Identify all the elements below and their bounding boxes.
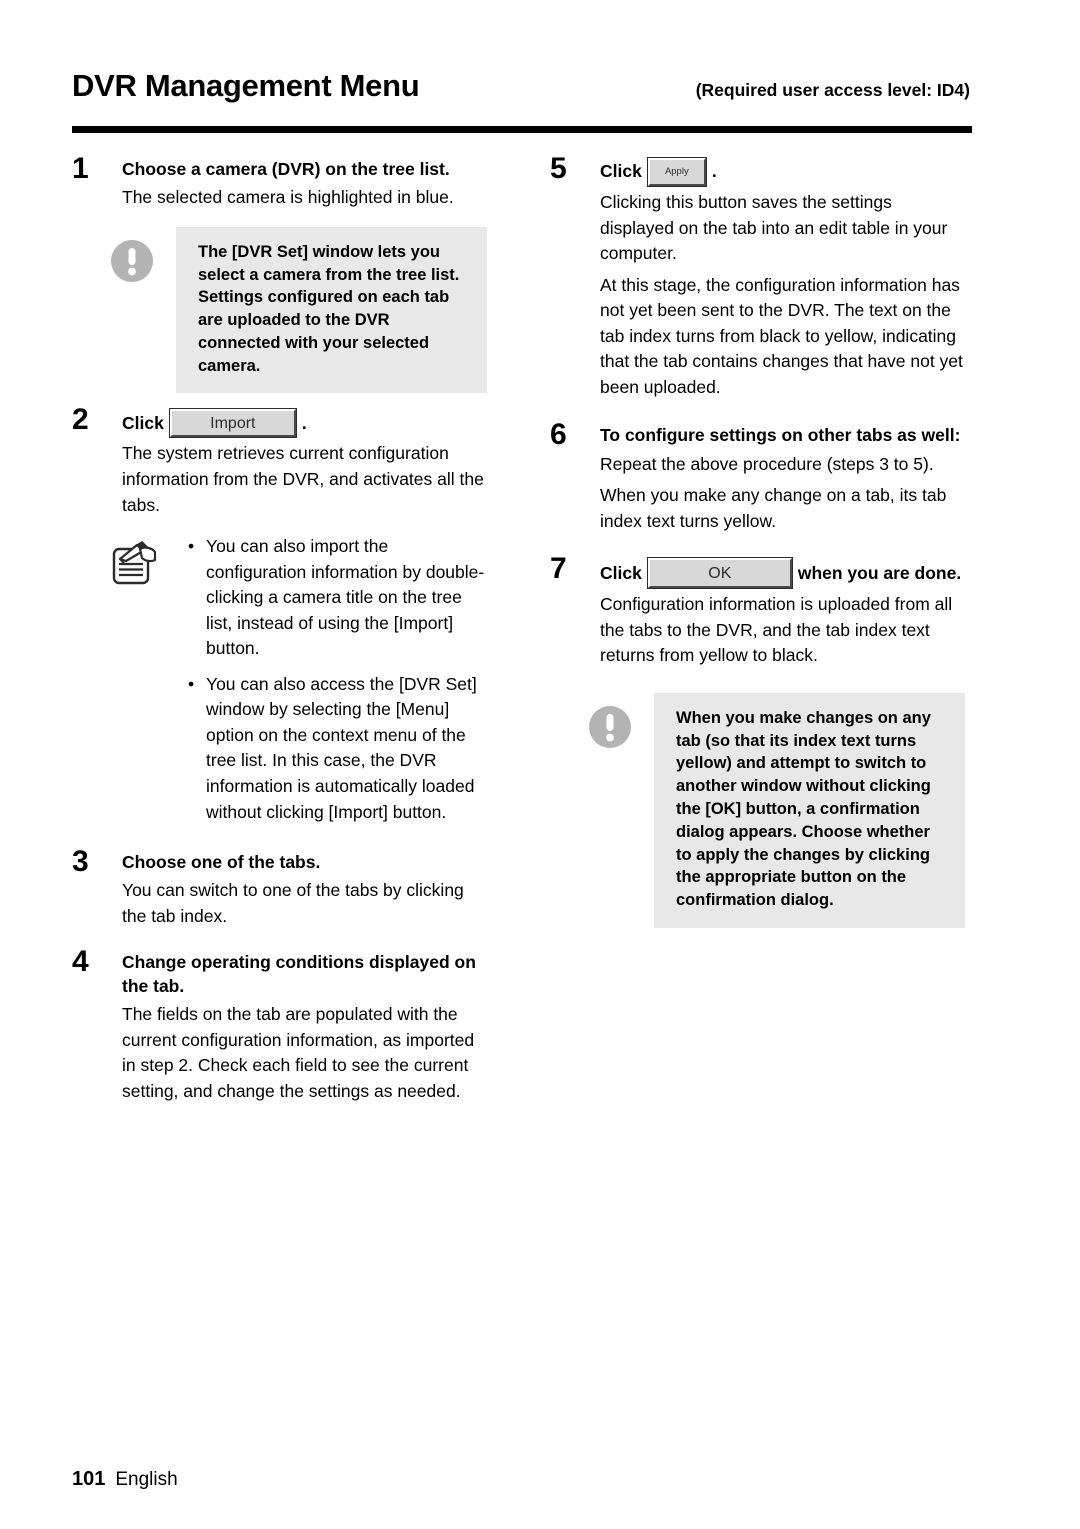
- tip-import-alternatives: You can also import the configuration in…: [72, 534, 487, 825]
- step-6: 6 To configure settings on other tabs as…: [550, 420, 965, 534]
- step-4-heading: Change operating conditions displayed on…: [122, 952, 476, 996]
- step-3: 3 Choose one of the tabs. You can switch…: [72, 847, 487, 929]
- step-1-body: The selected camera is highlighted in bl…: [122, 187, 454, 208]
- right-column: 5 Click Apply . Clicking this button sav…: [550, 154, 965, 944]
- step-7-number: 7: [550, 552, 567, 586]
- step-5-number: 5: [550, 152, 567, 185]
- page-footer: 101 English: [72, 1468, 178, 1491]
- note-confirmation-dialog: When you make changes on any tab (so tha…: [550, 692, 965, 928]
- step-1-number: 1: [72, 152, 89, 185]
- step-5-heading-suffix: .: [711, 161, 717, 182]
- step-2-heading: Click Import .: [122, 409, 487, 438]
- step-6-number: 6: [550, 418, 567, 452]
- footer-page-number: 101: [72, 1468, 106, 1490]
- step-7: 7 Click OK when you are done. Configurat…: [550, 554, 965, 669]
- access-level-note: (Required user access level: ID4): [695, 80, 970, 100]
- step-5-body-1: Clicking this button saves the settings …: [600, 192, 948, 264]
- note-dvr-set-window: The [DVR Set] window lets you select a c…: [72, 226, 487, 394]
- apply-button[interactable]: Apply: [647, 158, 706, 186]
- step-5-heading-prefix: Click: [600, 161, 642, 182]
- step-2-heading-suffix: .: [301, 412, 307, 433]
- import-button[interactable]: Import: [169, 409, 296, 438]
- step-5: 5 Click Apply . Clicking this button sav…: [550, 154, 965, 400]
- step-5-heading: Click Apply .: [600, 158, 965, 186]
- note-confirmation-dialog-text: When you make changes on any tab (so tha…: [654, 692, 965, 928]
- step-3-body: You can switch to one of the tabs by cli…: [122, 880, 464, 926]
- step-4-number: 4: [72, 945, 89, 979]
- step-7-heading: Click OK when you are done.: [600, 558, 965, 589]
- step-4-body: The fields on the tab are populated with…: [122, 1003, 475, 1101]
- step-4: 4 Change operating conditions displayed …: [72, 947, 487, 1104]
- ok-button[interactable]: OK: [647, 558, 792, 589]
- step-1-heading: Choose a camera (DVR) on the tree list.: [122, 159, 450, 179]
- warning-exclamation-icon: [588, 705, 632, 749]
- step-3-number: 3: [72, 845, 89, 879]
- notepad-pencil-icon: [110, 540, 162, 588]
- tip-bullet-item: You can also access the [DVR Set] window…: [188, 672, 487, 825]
- page-title: DVR Management Menu: [72, 68, 420, 103]
- step-7-heading-prefix: Click: [600, 562, 642, 583]
- step-5-body-2: At this stage, the configuration informa…: [600, 274, 963, 397]
- step-2-number: 2: [72, 403, 89, 437]
- step-7-body: Configuration information is uploaded fr…: [600, 594, 953, 666]
- step-6-body-2: When you make any change on a tab, its t…: [600, 485, 947, 531]
- footer-language: English: [115, 1469, 178, 1490]
- step-2: 2 Click Import . The system retrieves cu…: [72, 405, 487, 518]
- step-6-heading: To configure settings on other tabs as w…: [600, 425, 961, 446]
- page-header: DVR Management Menu (Required user acces…: [72, 68, 972, 118]
- step-1: 1 Choose a camera (DVR) on the tree list…: [72, 154, 487, 211]
- tip-bullet-item: You can also import the configuration in…: [188, 534, 487, 662]
- step-7-heading-suffix: when you are done.: [797, 562, 962, 583]
- left-column: 1 Choose a camera (DVR) on the tree list…: [72, 154, 487, 1120]
- header-divider: [72, 126, 972, 133]
- document-page: DVR Management Menu (Required user acces…: [0, 0, 1080, 1529]
- step-2-heading-prefix: Click: [122, 412, 164, 433]
- step-6-body-1: Repeat the above procedure (steps 3 to 5…: [600, 453, 934, 474]
- warning-exclamation-icon: [110, 239, 154, 283]
- step-3-heading: Choose one of the tabs.: [122, 852, 321, 873]
- step-2-body: The system retrieves current configurati…: [122, 443, 484, 515]
- note-dvr-set-window-text: The [DVR Set] window lets you select a c…: [176, 226, 487, 394]
